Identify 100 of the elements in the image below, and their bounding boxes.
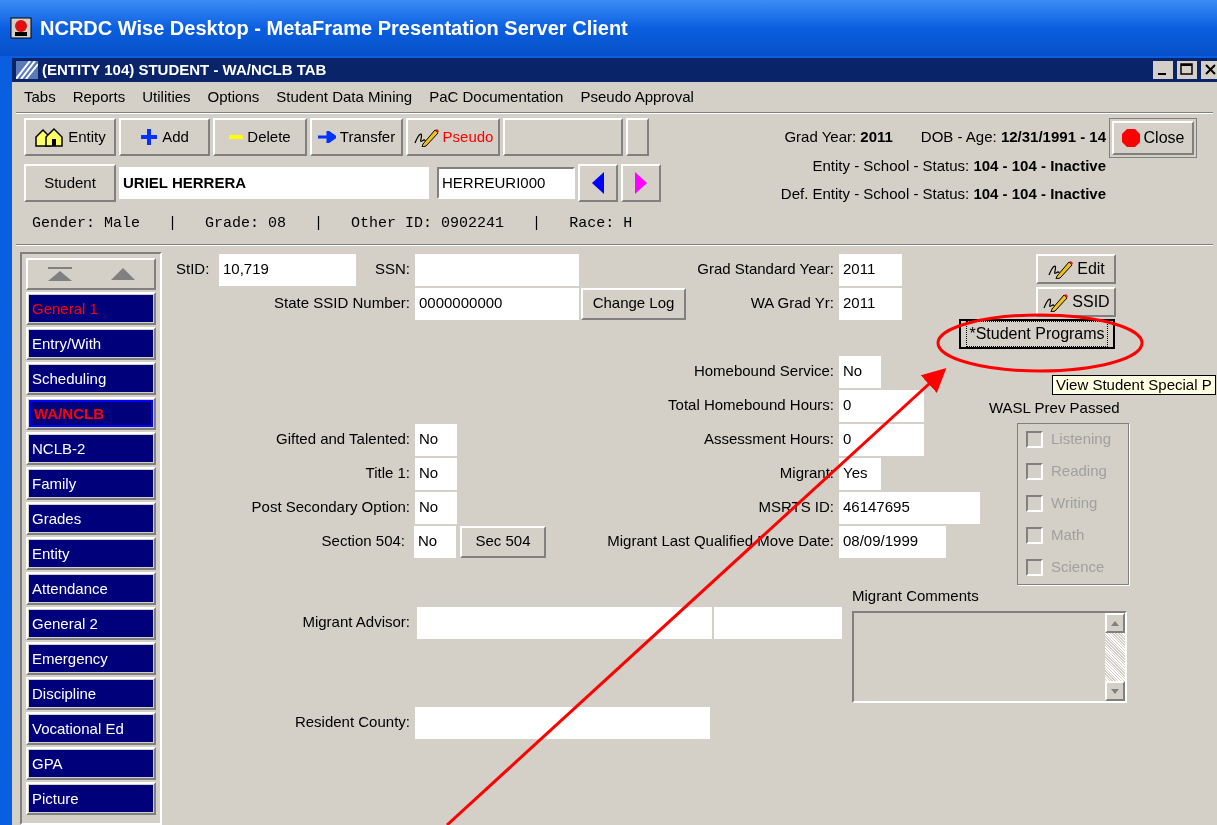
field-label: Total Homebound Hours: — [668, 395, 834, 416]
input-field[interactable]: 08/09/1999 — [839, 525, 946, 558]
info-text: Grade: 08 — [205, 214, 287, 235]
close-button[interactable]: Close — [1112, 121, 1194, 155]
input-field[interactable]: 0 — [839, 423, 924, 456]
pencil-icon — [1042, 291, 1069, 312]
scroll-down-icon[interactable] — [1111, 688, 1119, 694]
minimize-icon[interactable] — [1153, 61, 1173, 79]
input-field[interactable]: 46147695 — [839, 491, 980, 524]
nav-tab[interactable]: Attendance — [29, 574, 153, 602]
scrollbar[interactable] — [1105, 613, 1125, 701]
nav-tab[interactable]: WA/NCLB — [29, 399, 153, 427]
nav-tab[interactable]: Vocational Ed — [29, 714, 153, 742]
field-label: SSN: — [375, 259, 410, 280]
nav-tab[interactable]: Entity — [29, 539, 153, 567]
nav-tab[interactable]: Family — [29, 469, 153, 497]
menu-item[interactable]: Tabs — [24, 85, 56, 109]
pencil-icon — [412, 127, 439, 147]
student-code-field[interactable]: HERREURI000 — [437, 167, 575, 199]
input-field[interactable]: Yes — [839, 457, 881, 490]
menu-item[interactable]: Options — [207, 85, 260, 109]
change-log-button[interactable]: Change Log — [581, 287, 686, 320]
minus-icon — [229, 134, 244, 140]
info-text: | — [168, 214, 178, 235]
triangle-left-icon — [592, 172, 604, 194]
menu-item[interactable]: Utilities — [142, 85, 191, 109]
toolbar-button[interactable]: Delete — [213, 118, 307, 156]
field-label: Resident County: — [294, 712, 410, 733]
summary-text: Grad Year: 2011 — [784, 127, 893, 147]
nav-tab[interactable]: Scheduling — [29, 364, 153, 392]
input-field[interactable] — [417, 606, 712, 639]
blank-button[interactable] — [503, 118, 623, 156]
toolbar-button[interactable]: Entity — [24, 118, 116, 156]
input-field[interactable]: 0 — [839, 389, 924, 422]
field-label: Title 1: — [365, 463, 410, 484]
menu-item[interactable]: Student Data Mining — [276, 85, 413, 109]
info-text: | — [532, 214, 542, 235]
field-label: WA Grad Yr: — [750, 293, 834, 314]
field-label: Gifted and Talented: — [276, 429, 410, 450]
nav-tab[interactable]: General 2 — [29, 609, 153, 637]
input-field[interactable] — [415, 706, 710, 739]
menu-item[interactable]: Reports — [72, 85, 126, 109]
triangle-up-icon — [110, 267, 135, 280]
sec-504-button[interactable]: Sec 504 — [460, 525, 546, 558]
field-label: Section 504: — [321, 531, 405, 552]
student-button[interactable]: Student — [24, 164, 116, 202]
app-icon — [10, 17, 32, 39]
field-label: Migrant: — [779, 463, 834, 484]
scroll-up-button[interactable] — [26, 257, 156, 290]
input-field[interactable]: 2011 — [839, 253, 902, 286]
nav-tab[interactable]: Entry/With — [29, 329, 153, 357]
name-field[interactable]: URIEL HERRERA — [119, 167, 429, 199]
window-icon — [16, 61, 38, 79]
input-field[interactable]: No — [839, 355, 881, 388]
input-field[interactable]: No — [415, 423, 457, 456]
nav-tab[interactable]: Grades — [29, 504, 153, 532]
field-label: Assessment Hours: — [703, 429, 834, 450]
arrow-right-icon — [317, 131, 336, 143]
summary-text: Def. Entity - School - Status: 104 - 104 - Inactive — [780, 184, 1106, 204]
nav-tab[interactable]: Emergency — [29, 644, 153, 672]
comments-box[interactable] — [852, 611, 1127, 703]
nav-tab[interactable]: Picture — [29, 784, 153, 812]
input-field[interactable] — [714, 606, 842, 639]
tooltip: View Student Special P — [1052, 374, 1216, 395]
scroll-up-icon[interactable] — [1111, 620, 1119, 626]
pencil-icon — [1047, 258, 1074, 279]
input-field[interactable]: No — [415, 457, 457, 490]
nav-tab[interactable]: Discipline — [29, 679, 153, 707]
field-label: Homebound Service: — [693, 361, 834, 382]
student-programs-button[interactable]: *Student Programs — [959, 318, 1115, 349]
input-field[interactable]: 10,719 — [219, 253, 356, 286]
field-label: Post Secondary Option: — [251, 497, 410, 518]
toolbar-button[interactable]: Add — [119, 118, 210, 156]
ssid-button[interactable]: SSID — [1036, 286, 1116, 317]
input-field[interactable] — [415, 253, 579, 286]
field-label: StID: — [176, 259, 211, 280]
stop-icon — [1121, 129, 1140, 147]
field-label: Migrant Advisor: — [302, 612, 410, 633]
nav-tab[interactable]: General 1 — [29, 294, 153, 322]
input-field[interactable]: No — [414, 525, 456, 558]
input-field[interactable]: No — [415, 491, 457, 524]
triangle-right-icon — [635, 172, 647, 194]
close-icon[interactable] — [1201, 61, 1217, 79]
plus-icon — [140, 128, 159, 146]
toolbar-button[interactable]: Transfer — [310, 118, 403, 156]
info-text: Race: H — [569, 214, 633, 235]
menu-item[interactable]: Pseudo Approval — [580, 85, 694, 109]
edit-button[interactable]: Edit — [1036, 253, 1116, 284]
blank-button[interactable] — [626, 118, 649, 156]
menu-item[interactable]: PaC Documentation — [429, 85, 564, 109]
input-field[interactable]: 0000000000 — [415, 287, 579, 320]
field-label: Migrant Comments — [852, 585, 980, 606]
next-button[interactable] — [621, 164, 661, 202]
field-label: Grad Standard Year: — [697, 259, 834, 280]
previous-button[interactable] — [578, 164, 618, 202]
nav-tab[interactable]: NCLB-2 — [29, 434, 153, 462]
maximize-icon[interactable] — [1177, 61, 1197, 79]
input-field[interactable]: 2011 — [839, 287, 902, 320]
nav-tab[interactable]: GPA — [29, 749, 153, 777]
house-icon — [34, 127, 65, 147]
